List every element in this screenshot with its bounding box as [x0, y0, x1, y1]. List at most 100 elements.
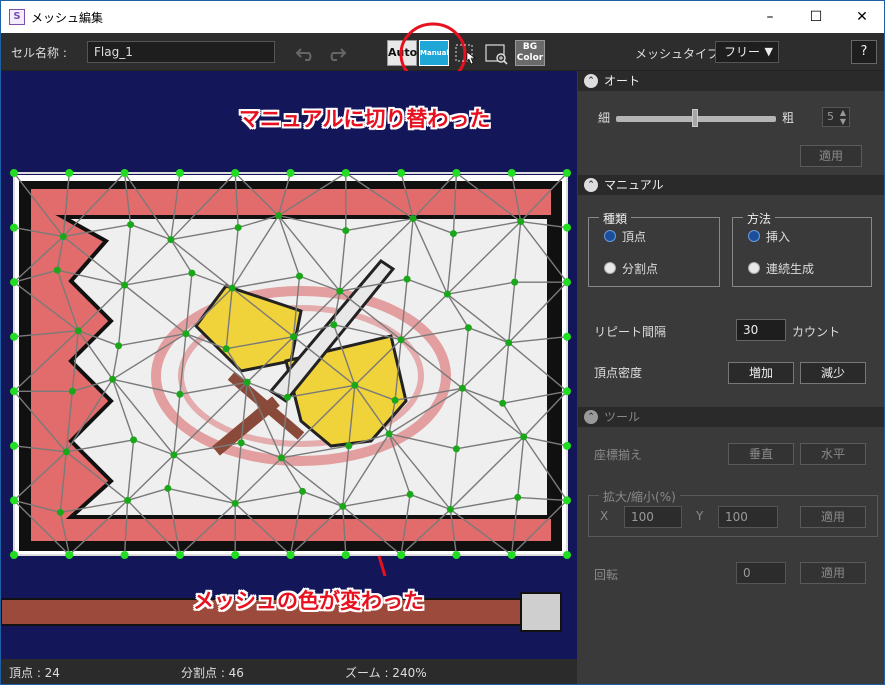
mesh-vertex[interactable] — [286, 551, 295, 559]
rotate-input[interactable]: 0 — [736, 562, 786, 584]
mesh-vertex[interactable] — [406, 490, 414, 498]
mesh-vertex[interactable] — [397, 169, 406, 177]
zoom-fit-icon[interactable] — [483, 40, 509, 66]
collapse-icon[interactable]: ⌃ — [584, 178, 598, 192]
collapse-icon[interactable]: ⌃ — [584, 74, 598, 88]
mesh-vertex[interactable] — [120, 551, 129, 559]
minimize-button[interactable]: – — [747, 1, 793, 33]
mesh-vertex[interactable] — [167, 236, 175, 244]
mesh-vertex[interactable] — [130, 436, 138, 444]
mesh-vertex[interactable] — [74, 327, 82, 335]
mesh-vertex[interactable] — [243, 378, 251, 386]
mesh-vertex[interactable] — [299, 487, 306, 495]
spin-arrows-icon[interactable]: ▲ ▼ — [840, 108, 846, 126]
redo-icon[interactable] — [323, 40, 349, 66]
mesh-vertex[interactable] — [62, 448, 70, 456]
align-vertical-button[interactable]: 垂直 — [728, 443, 794, 465]
mesh-vertex[interactable] — [290, 333, 297, 341]
mesh-vertex[interactable] — [65, 169, 74, 177]
mesh-vertex[interactable] — [59, 233, 67, 241]
mesh-vertex[interactable] — [514, 493, 522, 501]
mesh-vertex[interactable] — [231, 169, 240, 177]
type-division-radio[interactable] — [604, 262, 616, 274]
mesh-vertex[interactable] — [330, 321, 338, 329]
mesh-vertex[interactable] — [175, 169, 184, 177]
auto-apply-button[interactable]: 適用 — [800, 145, 862, 167]
cell-name-input[interactable]: Flag_1 — [87, 41, 275, 63]
mesh-vertex[interactable] — [452, 169, 461, 177]
collapse-icon[interactable]: ⌃ — [584, 410, 598, 424]
mesh-preview[interactable] — [1, 71, 577, 659]
mesh-vertex[interactable] — [120, 169, 129, 177]
density-slider-thumb[interactable] — [692, 109, 698, 127]
mesh-vertex[interactable] — [511, 278, 519, 286]
mesh-vertex[interactable] — [409, 215, 417, 223]
mesh-vertex[interactable] — [170, 451, 178, 459]
mesh-vertex[interactable] — [336, 287, 344, 295]
mesh-vertex[interactable] — [65, 551, 74, 559]
mesh-vertex[interactable] — [385, 430, 393, 438]
mesh-vertex[interactable] — [403, 275, 411, 283]
tool-section-header[interactable]: ⌃ ツール — [578, 407, 884, 427]
mesh-vertex[interactable] — [176, 390, 184, 398]
mesh-vertex[interactable] — [231, 499, 239, 507]
mesh-type-select[interactable]: フリー ▼ — [715, 41, 779, 63]
undo-icon[interactable] — [293, 40, 319, 66]
mesh-vertex[interactable] — [109, 375, 117, 383]
selection-tool-icon[interactable] — [453, 40, 479, 66]
mesh-vertex[interactable] — [296, 272, 303, 280]
mesh-vertex[interactable] — [507, 551, 516, 559]
manual-section-header[interactable]: ⌃ マニュアル — [578, 175, 884, 195]
mesh-vertex[interactable] — [284, 393, 291, 401]
close-button[interactable]: ✕ — [839, 1, 885, 33]
decrease-density-button[interactable]: 減少 — [800, 362, 866, 384]
mesh-vertex[interactable] — [563, 169, 571, 177]
mesh-vertex[interactable] — [124, 496, 132, 504]
mesh-vertex[interactable] — [341, 169, 350, 177]
mesh-vertex[interactable] — [563, 496, 571, 505]
mesh-vertex[interactable] — [341, 551, 350, 559]
mesh-vertex[interactable] — [68, 387, 76, 395]
mesh-vertex[interactable] — [563, 551, 571, 559]
method-insert-radio[interactable] — [748, 230, 760, 242]
mesh-vertex[interactable] — [10, 278, 18, 287]
align-horizontal-button[interactable]: 水平 — [800, 443, 866, 465]
rotate-apply-button[interactable]: 適用 — [800, 562, 866, 584]
mesh-vertex[interactable] — [452, 551, 461, 559]
mesh-vertex[interactable] — [342, 227, 350, 235]
mesh-vertex[interactable] — [286, 169, 295, 177]
mesh-vertex[interactable] — [10, 169, 18, 177]
mesh-vertex[interactable] — [10, 551, 18, 559]
density-spinbox[interactable]: 5 ▲ ▼ — [822, 107, 850, 127]
mesh-vertex[interactable] — [397, 551, 406, 559]
mesh-vertex[interactable] — [234, 224, 242, 232]
mesh-vertex[interactable] — [345, 442, 353, 450]
mesh-vertex[interactable] — [449, 230, 457, 238]
mesh-vertex[interactable] — [520, 433, 528, 441]
mesh-vertex[interactable] — [499, 399, 507, 407]
mesh-vertex[interactable] — [164, 484, 172, 492]
scale-y-input[interactable]: 100 — [718, 506, 778, 528]
mesh-vertex[interactable] — [507, 169, 516, 177]
mesh-vertex[interactable] — [10, 332, 18, 341]
mesh-vertex[interactable] — [563, 278, 571, 287]
mesh-vertex[interactable] — [231, 551, 240, 559]
scale-apply-button[interactable]: 適用 — [800, 506, 866, 528]
mesh-vertex[interactable] — [351, 381, 359, 389]
help-button[interactable]: ? — [851, 40, 877, 64]
mesh-vertex[interactable] — [10, 223, 18, 232]
mesh-vertex[interactable] — [237, 439, 245, 447]
mesh-vertex[interactable] — [222, 345, 230, 353]
increase-density-button[interactable]: 増加 — [728, 362, 794, 384]
mesh-vertex[interactable] — [115, 342, 123, 350]
mesh-vertex[interactable] — [182, 330, 190, 338]
mesh-vertex[interactable] — [563, 223, 571, 232]
mesh-vertex[interactable] — [397, 336, 405, 344]
scale-x-input[interactable]: 100 — [624, 506, 682, 528]
mesh-vertex[interactable] — [188, 269, 196, 277]
bg-color-button[interactable]: BG Color — [515, 40, 545, 66]
mesh-vertex[interactable] — [563, 387, 571, 396]
maximize-button[interactable]: ☐ — [793, 1, 839, 33]
mesh-vertex[interactable] — [53, 266, 61, 274]
type-vertex-radio[interactable] — [604, 230, 616, 242]
